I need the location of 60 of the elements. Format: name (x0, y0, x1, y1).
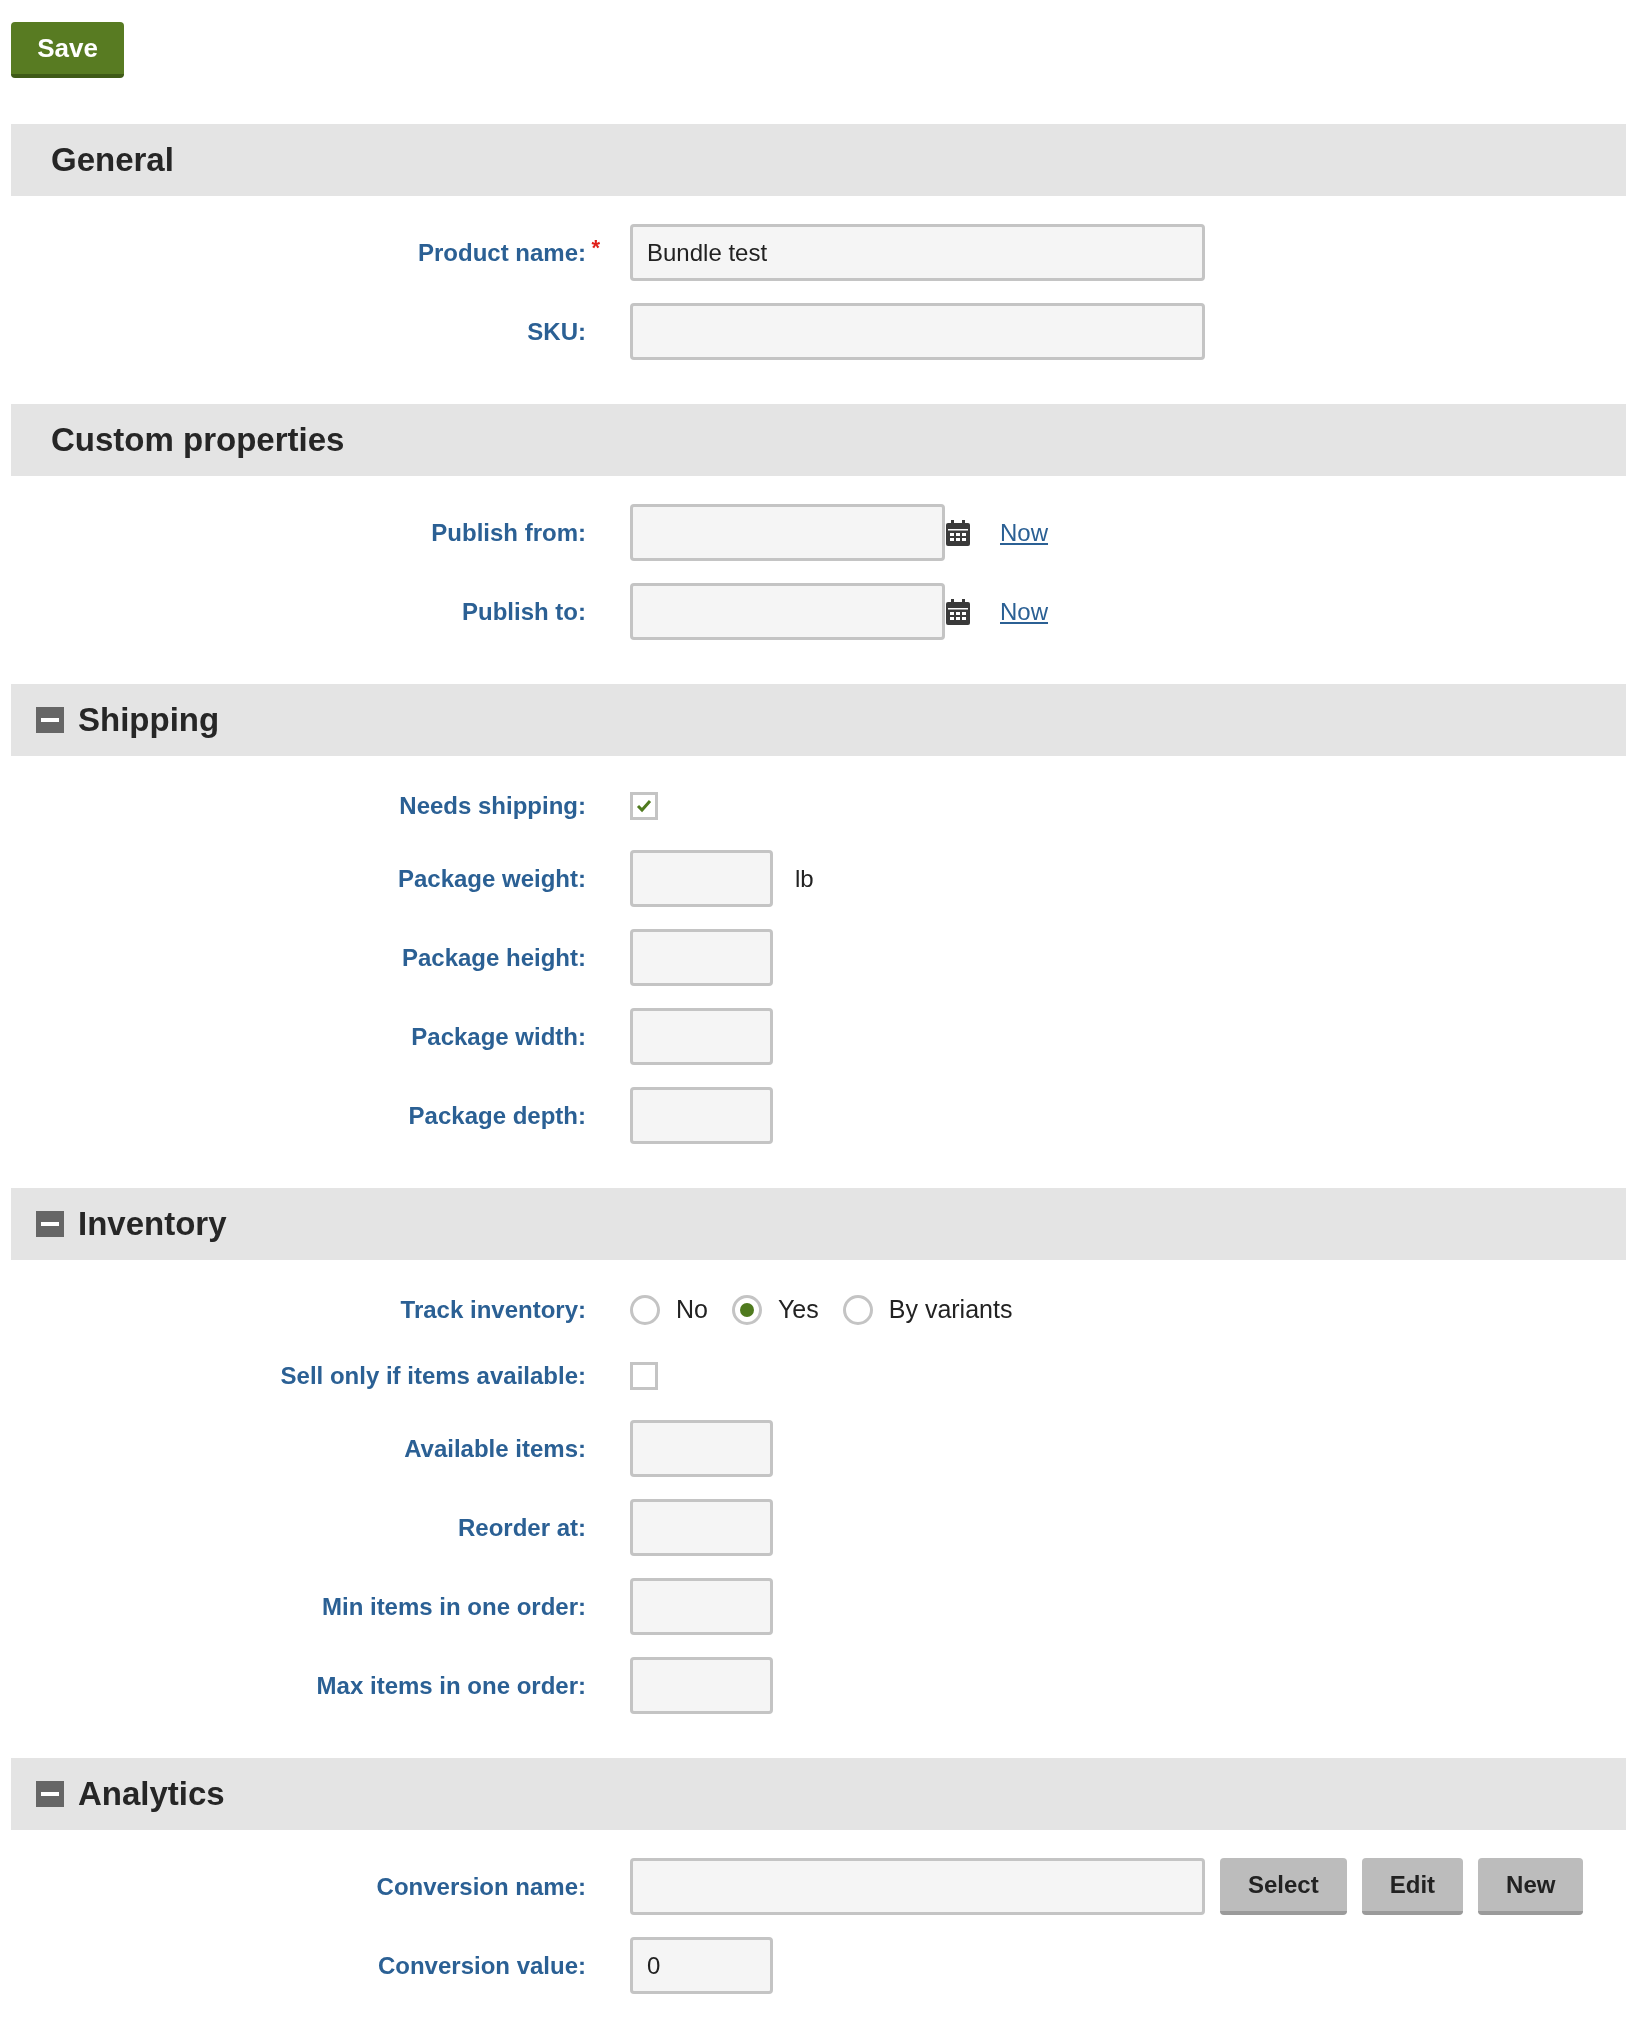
input-field[interactable] (630, 1499, 773, 1556)
radio-button[interactable] (630, 1295, 660, 1325)
now-link[interactable]: Now (1000, 514, 1048, 551)
input-field[interactable] (630, 303, 1205, 360)
field-label: Sell only if items available: (279, 1361, 586, 1391)
input-field[interactable] (630, 583, 945, 640)
input-field[interactable] (630, 1087, 773, 1144)
field-label: Min items in one order: (320, 1591, 586, 1622)
radio-button[interactable] (731, 1295, 762, 1325)
input-field[interactable]: Bundle test (630, 224, 1205, 281)
field-label: Available items: (403, 1433, 586, 1464)
action-button[interactable]: Select (1220, 1858, 1347, 1915)
input-field[interactable] (630, 1420, 773, 1477)
radio-button[interactable] (842, 1295, 873, 1325)
field-label: Reorder at: (456, 1512, 586, 1543)
minus-icon[interactable] (36, 707, 64, 733)
input-field[interactable] (630, 929, 773, 986)
input-field[interactable]: 0 (630, 1937, 773, 1994)
input-field[interactable] (630, 1657, 773, 1714)
unit-label: lb (795, 863, 814, 894)
calendar-icon[interactable] (945, 518, 971, 547)
input-field[interactable] (630, 504, 945, 561)
field-label: Publish from: (430, 517, 586, 548)
input-field[interactable] (630, 1578, 773, 1635)
field-label: Publish to: (461, 596, 586, 627)
check-icon (636, 799, 652, 813)
field-label: SKU: (526, 316, 586, 347)
option-label: Yes (777, 1294, 819, 1326)
input-field[interactable] (630, 1008, 773, 1065)
section-title: Custom properties (50, 420, 345, 461)
option-label: By variants (888, 1294, 1013, 1326)
input-field[interactable] (630, 1858, 1205, 1915)
option-label: No (676, 1294, 708, 1326)
section-title: Shipping (78, 700, 220, 741)
minus-icon[interactable] (36, 1781, 64, 1807)
section-header[interactable]: Shipping (11, 684, 1626, 756)
minus-icon[interactable] (36, 1211, 64, 1237)
input-field[interactable] (630, 850, 773, 907)
action-button[interactable]: New (1478, 1858, 1584, 1915)
section-title: General (50, 140, 174, 181)
section-title: Analytics (78, 1774, 225, 1815)
field-label: Conversion name: (375, 1871, 586, 1902)
save-button[interactable]: Save (11, 22, 124, 78)
field-label: Package height: (400, 942, 586, 973)
section-header[interactable]: Inventory (11, 1188, 1626, 1260)
action-button[interactable]: Edit (1361, 1858, 1464, 1915)
now-link[interactable]: Now (1000, 593, 1048, 630)
field-label: Needs shipping: (398, 791, 586, 821)
field-label: Package weight: (396, 863, 586, 894)
field-label: Max items in one order: (315, 1670, 586, 1701)
field-label: Package width: (410, 1021, 586, 1052)
field-label: Package depth: (407, 1100, 586, 1131)
checkbox[interactable] (630, 792, 658, 820)
field-label: Conversion value: (376, 1950, 586, 1981)
section-title: Inventory (78, 1204, 227, 1245)
field-label: Track inventory: (399, 1295, 586, 1325)
required-mark: * (591, 233, 600, 262)
checkbox[interactable] (630, 1362, 658, 1390)
section-header[interactable]: Analytics (11, 1758, 1626, 1830)
calendar-icon[interactable] (945, 597, 971, 626)
